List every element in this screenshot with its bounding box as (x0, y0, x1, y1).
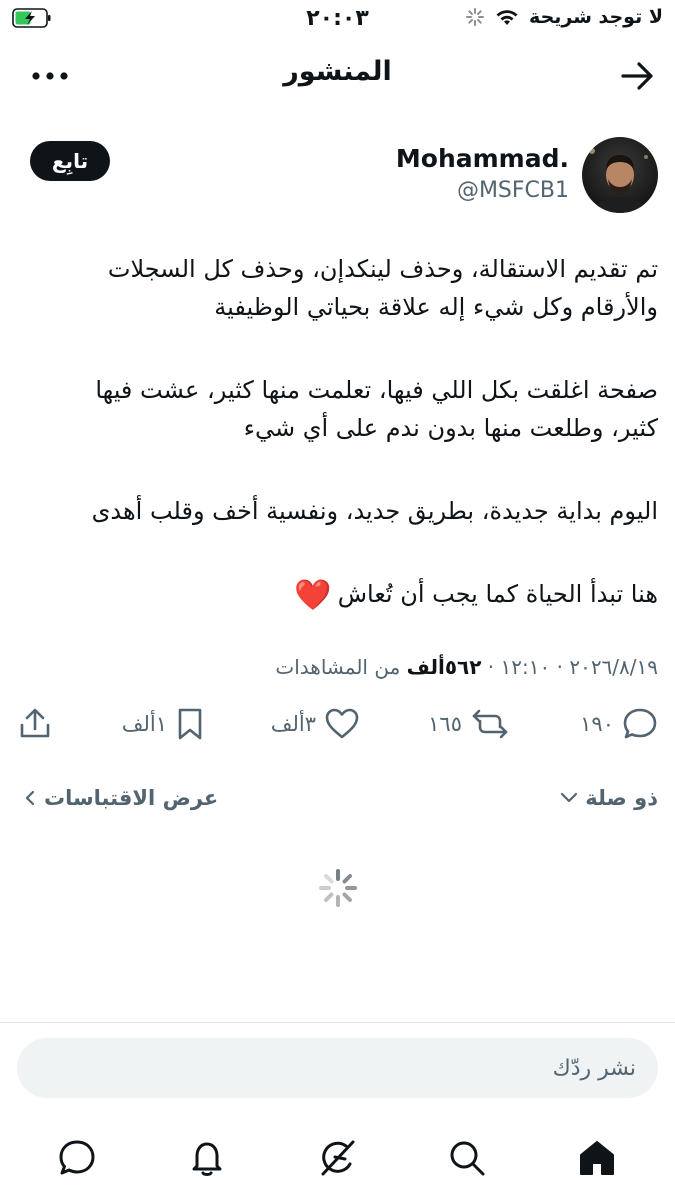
tweet-line: والأرقام وكل شيء إله علاقة بحياتي الوظيف… (214, 293, 658, 321)
tweet-line: هنا تبدأ الحياة كما يجب أن تُعاش (337, 580, 658, 608)
author-name[interactable]: Mohammad. (396, 144, 569, 173)
tweet-time: ١٢:١٠ (500, 655, 551, 679)
messages-icon (59, 1140, 95, 1175)
repost-icon (472, 709, 508, 739)
avatar-photo (582, 137, 658, 213)
loading-icon (466, 8, 485, 26)
tab-notifications[interactable] (177, 1130, 237, 1186)
share-icon (20, 708, 50, 738)
wifi-icon (496, 10, 518, 25)
repost-count: ١٦٥ (428, 712, 462, 736)
tweet-line: تم تقديم الاستقالة، وحذف لينكدإن، وحذف ك… (107, 255, 658, 283)
tab-messages[interactable] (47, 1130, 107, 1186)
view-quotes-link[interactable]: عرض الاقتباسات (24, 786, 218, 810)
action-bar: ١٩٠ ١٦٥ ٣ألف ١ألف (0, 707, 675, 757)
tweet-last-line: هنا تبدأ الحياة كما يجب أن تُعاش❤️ (13, 575, 658, 615)
author-handle[interactable]: @MSFCB1 (457, 178, 569, 203)
meta-separator: · (550, 655, 563, 679)
heart-emoji: ❤️ (294, 578, 332, 613)
search-icon (450, 1141, 485, 1176)
views-label: من المشاهدات (275, 655, 401, 679)
post-header: المنشور (0, 48, 675, 104)
meta-separator: · (481, 655, 495, 679)
view-quotes-label: عرض الاقتباسات (44, 786, 219, 810)
bottom-tab-bar (0, 1130, 675, 1190)
heart-icon (325, 708, 359, 739)
tweet-line: اليوم بداية جديدة، بطريق جديد، ونفسية أخ… (91, 497, 658, 525)
tab-search[interactable] (437, 1130, 497, 1186)
reply-button[interactable]: ١٩٠ (580, 707, 658, 741)
follow-button[interactable]: تابِع (30, 141, 110, 181)
grok-icon (321, 1140, 355, 1176)
reply-sort-dropdown[interactable]: ذو صلة (559, 786, 658, 810)
avatar[interactable] (582, 137, 658, 213)
reply-input[interactable] (17, 1038, 658, 1098)
tweet-meta: ٢٠٢٦/٨/١٩ · ١٢:١٠ · ٥٦٢ألف من المشاهدات (275, 655, 658, 679)
reply-icon (623, 708, 657, 739)
share-button[interactable] (18, 707, 52, 741)
views-count[interactable]: ٥٦٢ألف (407, 655, 482, 679)
status-bar: ٢٠:٠٣ لا توجد شريحة (0, 0, 675, 38)
notifications-icon (192, 1142, 222, 1176)
divider (0, 1022, 675, 1023)
tweet-line: كثير، وطلعت منها بدون ندم على أي شيء (243, 414, 658, 442)
bookmark-button[interactable]: ١ألف (122, 707, 205, 741)
replies-filter-row: ذو صلة عرض الاقتباسات (0, 786, 675, 822)
tweet-text: تم تقديم الاستقالة، وحذف لينكدإن، وحذف ك… (13, 250, 658, 615)
loading-spinner-icon (319, 869, 357, 907)
carrier-group: لا توجد شريحة (465, 6, 663, 28)
reply-count: ١٩٠ (580, 712, 614, 736)
chevron-down-icon (561, 792, 578, 803)
page-title: المنشور (283, 56, 392, 87)
carrier-label: لا توجد شريحة (529, 6, 663, 28)
like-button[interactable]: ٣ألف (271, 707, 360, 741)
bookmark-icon (178, 708, 202, 740)
back-arrow-icon[interactable] (619, 60, 655, 92)
repost-button[interactable]: ١٦٥ (428, 707, 510, 741)
tab-home[interactable] (567, 1130, 627, 1186)
tweet-line: صفحة اغلقت بكل اللي فيها، تعلمت منها كثي… (95, 376, 658, 404)
reply-sort-label: ذو صلة (585, 786, 658, 810)
home-icon (580, 1141, 614, 1175)
tweet-date: ٢٠٢٦/٨/١٩ (569, 655, 658, 679)
bookmark-count: ١ألف (121, 712, 167, 736)
tab-grok[interactable] (307, 1130, 367, 1186)
chevron-left-icon (25, 790, 35, 806)
like-count: ٣ألف (270, 712, 316, 736)
